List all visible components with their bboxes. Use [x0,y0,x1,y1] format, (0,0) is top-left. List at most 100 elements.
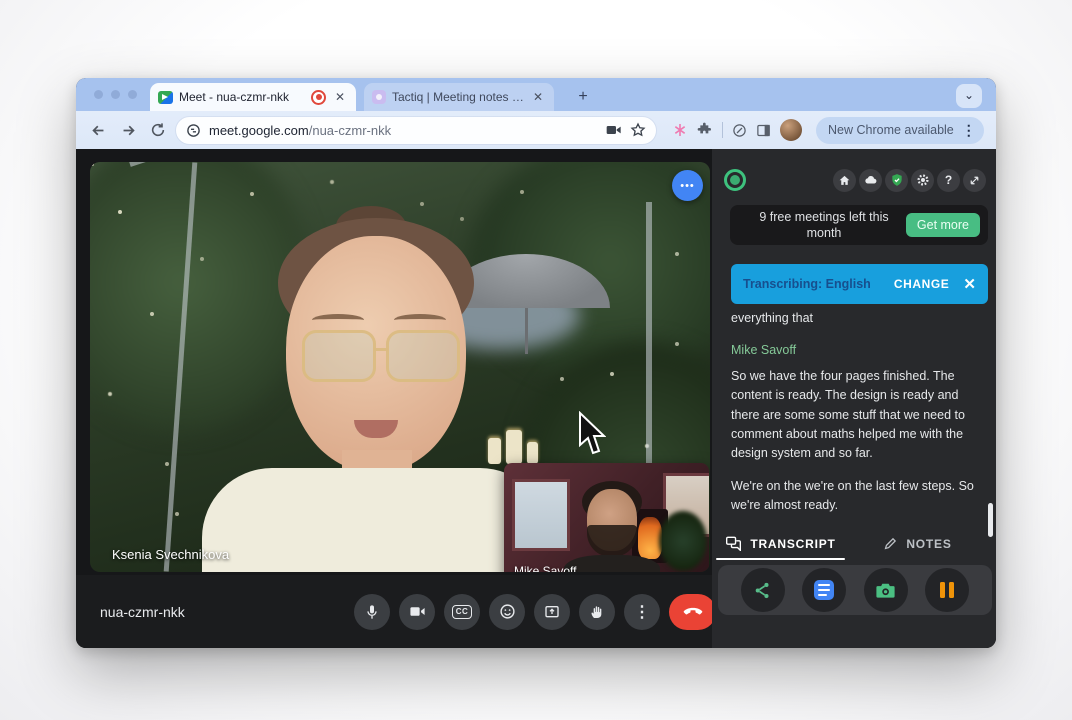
window-controls[interactable] [94,90,137,99]
profile-avatar[interactable] [780,119,802,141]
participant-name-label: Ksenia Svechnikova [112,547,229,562]
screenshot-button[interactable] [864,568,908,612]
close-tab-icon[interactable]: ✕ [530,89,546,105]
transcript-text: We're on the we're on the last few steps… [731,477,982,516]
help-icon[interactable]: ? [937,169,960,192]
meet-control-bar: nua-czmr-nkk CC ⋮ [76,575,712,648]
tactiq-extension-icon[interactable] [672,122,688,138]
side-panel-icon[interactable] [756,123,771,138]
new-tab-button[interactable]: + [572,86,594,108]
tactiq-sidebar: ? 9 free meetings left this month Get mo… [712,149,996,648]
browser-toolbar: meet.google.com/nua-czmr-nkk New Chrome … [76,111,996,149]
open-notes-doc-button[interactable] [802,568,846,612]
glasses-lens [386,330,460,382]
transcribing-banner: Transcribing: English CHANGE ✕ [731,264,988,304]
browser-menu-icon[interactable]: ⋮ [962,122,976,139]
extensions-puzzle-icon[interactable] [697,122,713,138]
candle [488,438,501,464]
tab-title: Meet - nua-czmr-nkk [179,90,305,104]
extensions-row [672,119,802,141]
candle [527,442,538,464]
pip-plant [659,511,707,571]
tab-meet[interactable]: Meet - nua-czmr-nkk ✕ [150,83,356,111]
forward-icon[interactable] [116,118,140,142]
back-icon[interactable] [86,118,110,142]
home-icon[interactable] [833,169,856,192]
raise-hand-button[interactable] [579,594,615,630]
camera-button[interactable] [399,594,435,630]
tab-notes-label: NOTES [906,537,951,551]
performance-icon[interactable] [732,123,747,138]
document-icon [814,580,834,600]
close-banner-icon[interactable]: ✕ [963,275,976,293]
quota-text: 9 free meetings left this month [744,209,904,242]
candle [506,430,522,464]
eyebrow [394,314,446,326]
eyebrow [312,314,364,326]
toolbar-divider [722,122,723,138]
address-bar[interactable]: meet.google.com/nua-czmr-nkk [176,117,656,144]
meet-favicon-icon [158,91,173,104]
reload-icon[interactable] [146,118,170,142]
transcript-speaker: Mike Savoff [731,341,982,360]
tactiq-favicon-icon [372,90,386,104]
transcript-text: everything that [731,309,982,328]
page-content: Ksenia Svechnikova Mike Savoff ••• [76,149,996,648]
more-options-button[interactable]: ⋮ [624,594,660,630]
tab-strip: Meet - nua-czmr-nkk ✕ Tactiq | Meeting n… [76,78,996,111]
shield-check-icon[interactable] [885,169,908,192]
participant-shirt [202,468,550,572]
update-label: New Chrome available [828,123,954,137]
chat-bubbles-icon [725,536,742,551]
meet-stage: Ksenia Svechnikova Mike Savoff ••• [76,149,712,648]
transcribing-label: Transcribing: English [743,277,884,291]
glasses-bridge [374,348,388,351]
main-video-tile[interactable]: Ksenia Svechnikova Mike Savoff [90,162,710,572]
close-tab-icon[interactable]: ✕ [332,89,348,105]
present-button[interactable] [534,594,570,630]
get-more-button[interactable]: Get more [906,213,980,237]
camera-icon [876,582,896,599]
microphone-button[interactable] [354,594,390,630]
mouse-cursor [576,411,606,457]
chat-bubble-more-icon[interactable]: ••• [672,170,703,201]
change-language-button[interactable]: CHANGE [894,277,950,291]
recording-indicator-icon [311,90,326,105]
reactions-button[interactable] [489,594,525,630]
pip-name-label: Mike Savoff [514,564,576,572]
resize-panel-icon[interactable] [963,169,986,192]
glasses-lens [302,330,376,382]
tab-search-chevron-icon[interactable]: ⌄ [956,84,982,108]
pip-video-tile[interactable]: Mike Savoff [504,463,709,572]
string-lights [90,162,94,166]
captions-button[interactable]: CC [444,594,480,630]
settings-gear-icon[interactable] [911,169,934,192]
site-info-icon[interactable] [186,123,201,138]
tactiq-logo-icon [724,169,746,191]
tab-title: Tactiq | Meeting notes powe [392,90,524,104]
share-button[interactable] [741,568,785,612]
tab-transcript[interactable]: TRANSCRIPT [712,529,849,558]
transcript-list[interactable]: everything that Mike Savoff So we have t… [731,309,982,527]
pause-icon [940,582,954,598]
tactiq-header: ? [724,163,986,197]
pause-recording-button[interactable] [925,568,969,612]
pip-participant-shirt [564,555,660,572]
scrollbar-thumb[interactable] [988,503,993,537]
browser-window: Meet - nua-czmr-nkk ✕ Tactiq | Meeting n… [76,78,996,648]
bookmark-star-icon[interactable] [630,122,646,138]
pip-participant-beard [587,525,637,557]
cloud-sync-icon[interactable] [859,169,882,192]
pencil-icon [883,536,898,551]
meeting-code: nua-czmr-nkk [100,604,185,620]
transcript-text: So we have the four pages finished. The … [731,367,982,464]
tab-notes[interactable]: NOTES [849,529,986,558]
tab-transcript-label: TRANSCRIPT [750,537,835,551]
tactiq-actions-bar [718,565,992,615]
camera-permission-icon[interactable] [606,123,622,137]
chrome-update-button[interactable]: New Chrome available ⋮ [816,117,984,144]
end-call-button[interactable] [669,594,716,630]
url-text: meet.google.com/nua-czmr-nkk [209,123,598,138]
tab-tactiq[interactable]: Tactiq | Meeting notes powe ✕ [364,83,554,111]
quota-card: 9 free meetings left this month Get more [730,205,988,245]
